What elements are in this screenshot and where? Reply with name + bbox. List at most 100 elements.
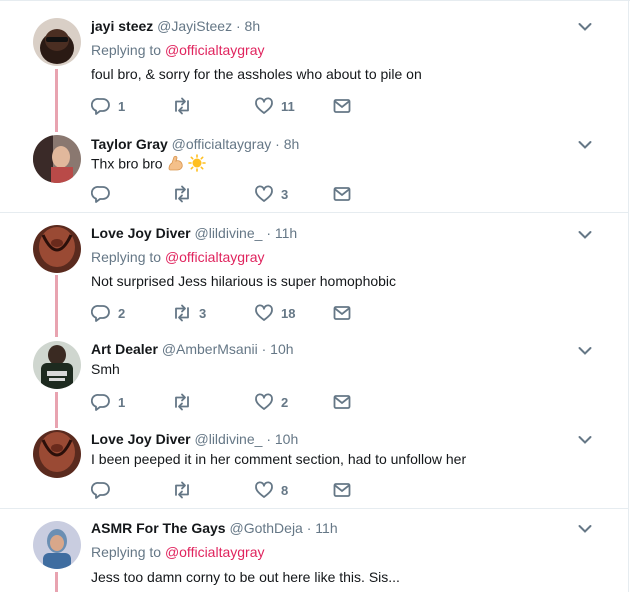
user-handle[interactable]: @JayiSteez [157, 18, 232, 34]
tweet-text: Jess too damn corny to be out here like … [91, 569, 400, 585]
tweet[interactable]: Love Joy Diver @lildivine_ · 11h Replyin… [0, 213, 628, 333]
like-button[interactable]: 11 [254, 96, 295, 116]
replying-to: Replying to @officialtaygray [91, 41, 265, 59]
separator-dot: · [306, 520, 312, 536]
retweet-button[interactable] [172, 96, 199, 116]
like-button[interactable]: 3 [254, 184, 288, 204]
reply-button[interactable] [91, 184, 118, 204]
tweet-text: Smh [91, 361, 120, 377]
timestamp[interactable]: 8h [245, 18, 261, 34]
timestamp[interactable]: 11h [315, 520, 337, 536]
chevron-down-icon[interactable] [578, 230, 592, 240]
chevron-down-icon[interactable] [578, 435, 592, 445]
display-name[interactable]: Art Dealer [91, 341, 158, 357]
user-handle[interactable]: @officialtaygray [172, 136, 272, 152]
avatar[interactable] [33, 135, 81, 183]
display-name[interactable]: ASMR For The Gays [91, 520, 226, 536]
retweet-button[interactable] [172, 184, 199, 204]
tweet[interactable]: Art Dealer @AmberMsanii · 10h Smh 1 2 [0, 333, 628, 423]
reply-icon [91, 186, 110, 203]
like-button[interactable]: 2 [254, 392, 288, 412]
retweet-button[interactable] [172, 480, 199, 500]
tweet-header: ASMR For The Gays @GothDeja · 11h [91, 519, 338, 537]
user-handle[interactable]: @lildivine_ [195, 431, 263, 447]
tweet-header: Art Dealer @AmberMsanii · 10h [91, 340, 294, 358]
direct-message-icon [333, 483, 351, 497]
user-handle[interactable]: @lildivine_ [195, 225, 263, 241]
tweet-text: Thx bro bro [91, 155, 163, 172]
reply-button[interactable] [91, 480, 118, 500]
replying-to-label: Replying to [91, 249, 162, 265]
tweet-header: Taylor Gray @officialtaygray · 8h [91, 135, 299, 153]
avatar[interactable] [33, 18, 81, 66]
tweet[interactable]: ASMR For The Gays @GothDeja · 11h Replyi… [0, 509, 628, 592]
avatar[interactable] [33, 341, 81, 389]
chevron-down-icon[interactable] [578, 524, 592, 534]
like-button[interactable]: 18 [254, 303, 295, 323]
tweet-actions: 2 3 18 [91, 303, 391, 323]
timestamp[interactable]: 11h [275, 225, 297, 241]
user-handle[interactable]: @AmberMsanii [162, 341, 258, 357]
like-icon [255, 393, 273, 410]
chevron-down-icon[interactable] [578, 22, 592, 32]
retweet-button[interactable]: 3 [172, 303, 206, 323]
timestamp[interactable]: 10h [275, 431, 298, 447]
like-icon [255, 97, 273, 114]
replying-to: Replying to @officialtaygray [91, 248, 265, 266]
tweet[interactable]: Taylor Gray @officialtaygray · 8h Thx br… [0, 125, 628, 212]
tweet-actions: 1 2 [91, 392, 391, 412]
direct-message-button[interactable] [333, 480, 351, 500]
mention-link[interactable]: @officialtaygray [165, 42, 265, 58]
timestamp[interactable]: 10h [270, 341, 293, 357]
direct-message-icon [333, 306, 351, 320]
reply-count: 2 [118, 305, 126, 321]
direct-message-button[interactable] [333, 303, 351, 323]
retweet-button[interactable] [172, 392, 199, 412]
separator-dot: · [235, 18, 241, 34]
tweet-header: Love Joy Diver @lildivine_ · 10h [91, 430, 298, 448]
mention-link[interactable]: @officialtaygray [165, 544, 265, 560]
reply-count: 1 [118, 394, 126, 410]
replying-to-label: Replying to [91, 42, 162, 58]
like-button[interactable]: 8 [254, 480, 288, 500]
tweet-text: I been peeped it in her comment section,… [91, 451, 467, 467]
direct-message-icon [333, 187, 351, 201]
direct-message-button[interactable] [333, 184, 351, 204]
avatar[interactable] [33, 521, 81, 569]
reply-icon [91, 394, 110, 411]
tweet-actions: 1 11 [91, 96, 391, 116]
separator-dot: · [266, 225, 271, 241]
like-count: 11 [281, 98, 295, 114]
reply-button[interactable]: 1 [91, 392, 125, 412]
reply-icon [91, 482, 110, 499]
direct-message-button[interactable] [333, 392, 351, 412]
direct-message-button[interactable] [333, 96, 351, 116]
like-icon [255, 185, 273, 202]
reply-button[interactable]: 2 [91, 303, 125, 323]
retweet-icon [175, 304, 189, 322]
chevron-down-icon[interactable] [578, 140, 592, 150]
timestamp[interactable]: 8h [284, 136, 300, 152]
like-count: 3 [281, 186, 289, 202]
right-border [628, 0, 629, 592]
display-name[interactable]: jayi steez [91, 18, 153, 34]
display-name[interactable]: Love Joy Diver [91, 431, 191, 447]
tweet[interactable]: jayi steez @JayiSteez · 8h Replying to @… [0, 0, 628, 125]
like-count: 18 [281, 305, 296, 321]
avatar[interactable] [33, 430, 81, 478]
display-name[interactable]: Taylor Gray [91, 136, 168, 152]
tweet-header: Love Joy Diver @lildivine_ · 11h [91, 224, 297, 242]
tweet-actions: 3 [91, 184, 391, 204]
display-name[interactable]: Love Joy Diver [91, 225, 191, 241]
reply-button[interactable]: 1 [91, 96, 125, 116]
mention-link[interactable]: @officialtaygray [165, 249, 265, 265]
separator-dot: · [275, 136, 280, 152]
avatar[interactable] [33, 225, 81, 273]
tweet[interactable]: Love Joy Diver @lildivine_ · 10h I been … [0, 423, 628, 508]
chevron-down-icon[interactable] [578, 346, 592, 356]
retweet-icon [175, 185, 189, 203]
reply-icon [91, 98, 110, 115]
user-handle[interactable]: @GothDeja [229, 520, 302, 536]
replying-to: Replying to @officialtaygray [91, 543, 265, 561]
like-icon [255, 481, 273, 498]
